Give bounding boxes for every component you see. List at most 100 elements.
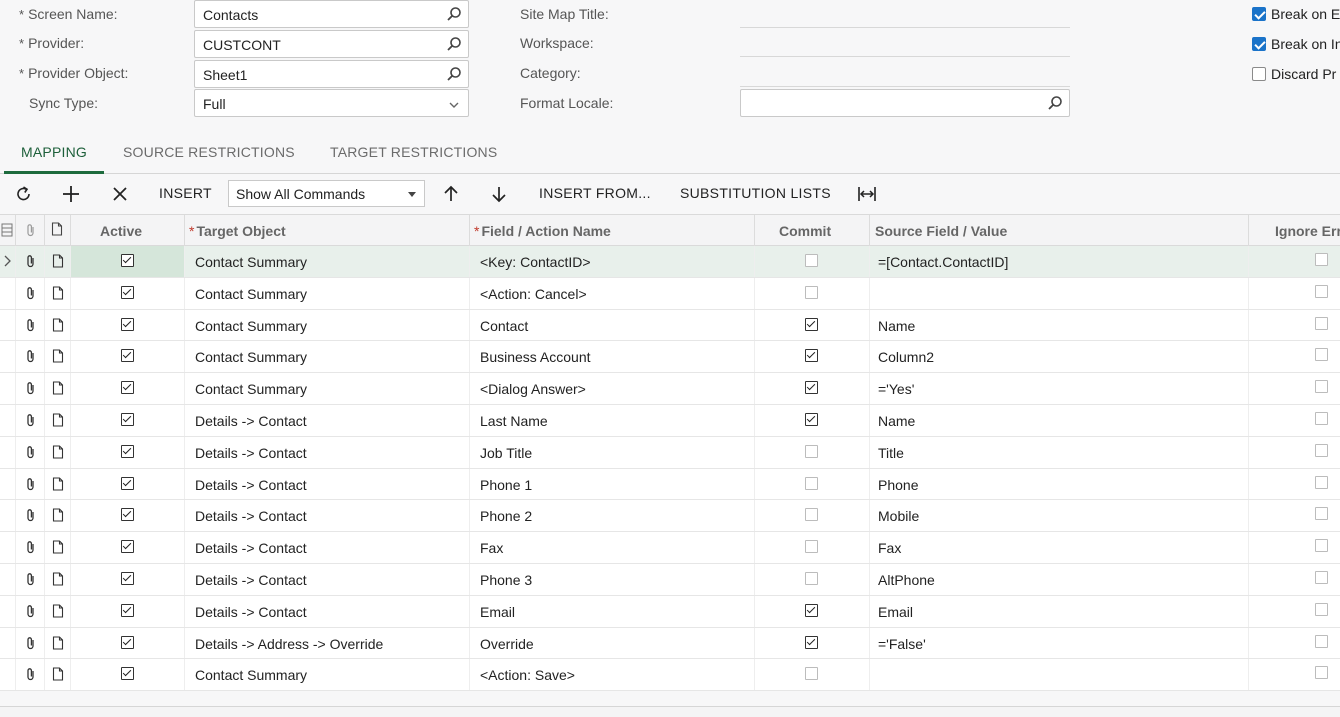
attachment-icon[interactable] — [25, 667, 37, 681]
target-object-cell[interactable]: Details -> Contact — [195, 572, 307, 588]
field-action-cell[interactable]: Job Title — [480, 445, 532, 461]
commit-checkbox[interactable] — [805, 667, 818, 681]
attachment-icon[interactable] — [25, 349, 37, 363]
source-field-cell[interactable]: Phone — [878, 477, 918, 493]
provider-object-field[interactable]: Sheet1 — [194, 60, 469, 88]
insert-from-button[interactable]: INSERT FROM... — [539, 185, 651, 201]
source-field-cell[interactable]: AltPhone — [878, 572, 935, 588]
active-checkbox[interactable] — [121, 508, 134, 522]
field-action-cell[interactable]: Email — [480, 604, 515, 620]
ignore-errors-checkbox[interactable] — [1315, 475, 1328, 489]
note-icon[interactable] — [52, 445, 64, 459]
note-icon[interactable] — [52, 349, 64, 363]
ignore-errors-checkbox[interactable] — [1315, 253, 1328, 266]
note-icon[interactable] — [52, 413, 64, 427]
target-object-cell[interactable]: Contact Summary — [195, 286, 307, 302]
attachment-icon[interactable] — [25, 445, 37, 459]
ignore-errors-checkbox[interactable] — [1315, 666, 1328, 680]
ignore-errors-checkbox[interactable] — [1315, 634, 1328, 648]
table-row[interactable]: Details -> Contact Phone 1 Phone — [0, 468, 1340, 501]
commit-checkbox[interactable] — [805, 317, 818, 331]
command-filter-select[interactable]: Show All Commands — [228, 180, 425, 207]
table-row[interactable]: Details -> Address -> Override Override ='… — [0, 627, 1340, 660]
target-object-cell[interactable]: Contact Summary — [195, 667, 307, 683]
attachment-icon[interactable] — [25, 477, 37, 491]
source-field-cell[interactable]: Mobile — [878, 508, 919, 524]
col-header-ignore-errors[interactable]: Ignore Erro — [1275, 223, 1340, 239]
target-object-cell[interactable]: Details -> Address -> Override — [195, 636, 383, 652]
col-header-active[interactable]: Active — [100, 223, 142, 239]
table-row[interactable]: Details -> Contact Job Title Title — [0, 436, 1340, 469]
note-icon[interactable] — [52, 318, 64, 332]
attachment-icon[interactable] — [25, 318, 37, 332]
note-icon[interactable] — [52, 286, 64, 300]
attachment-icon[interactable] — [25, 508, 37, 522]
active-checkbox[interactable] — [121, 317, 134, 331]
table-row[interactable]: Details -> Contact Last Name Name — [0, 404, 1340, 437]
field-action-cell[interactable]: Phone 2 — [480, 508, 532, 524]
active-checkbox[interactable] — [121, 603, 134, 617]
table-row[interactable]: Contact Summary Business Account Column2 — [0, 341, 1340, 374]
source-field-cell[interactable]: Name — [878, 413, 915, 429]
attachment-icon[interactable] — [25, 572, 37, 586]
screen-name-field[interactable]: Contacts — [194, 0, 469, 28]
search-icon[interactable] — [446, 6, 462, 22]
note-icon[interactable] — [52, 667, 64, 681]
attachment-icon[interactable] — [25, 540, 37, 554]
active-checkbox[interactable] — [121, 349, 134, 363]
table-row[interactable]: Details -> Contact Phone 3 AltPhone — [0, 563, 1340, 596]
ignore-errors-checkbox[interactable] — [1315, 507, 1328, 521]
active-checkbox[interactable] — [121, 571, 134, 585]
search-icon[interactable] — [1047, 95, 1063, 111]
ignore-errors-checkbox[interactable] — [1315, 411, 1328, 425]
ignore-errors-checkbox[interactable] — [1315, 443, 1328, 457]
field-action-cell[interactable]: Contact — [480, 318, 528, 334]
commit-checkbox[interactable] — [805, 254, 818, 267]
col-header-field-action[interactable]: * Field / Action Name — [474, 223, 611, 239]
commit-checkbox[interactable] — [805, 381, 818, 395]
target-object-cell[interactable]: Contact Summary — [195, 254, 307, 270]
target-object-cell[interactable]: Details -> Contact — [195, 604, 307, 620]
target-object-cell[interactable]: Details -> Contact — [195, 508, 307, 524]
active-checkbox[interactable] — [121, 285, 134, 299]
site-map-title-field[interactable] — [740, 27, 1070, 28]
table-row[interactable]: Details -> Contact Email Email — [0, 595, 1340, 628]
fit-columns-icon[interactable] — [857, 184, 877, 204]
target-object-cell[interactable]: Details -> Contact — [195, 413, 307, 429]
field-action-cell[interactable]: <Action: Cancel> — [480, 286, 587, 302]
format-locale-field[interactable] — [740, 89, 1070, 117]
ignore-errors-checkbox[interactable] — [1315, 284, 1328, 298]
commit-checkbox[interactable] — [805, 444, 818, 458]
delete-icon[interactable] — [110, 184, 130, 204]
active-checkbox[interactable] — [121, 381, 134, 395]
ignore-errors-checkbox[interactable] — [1315, 602, 1328, 616]
tab-target-restrictions[interactable]: TARGET RESTRICTIONS — [330, 144, 497, 160]
discard-checkbox[interactable]: Discard Pr — [1252, 66, 1336, 82]
col-header-commit[interactable]: Commit — [779, 223, 831, 239]
substitution-lists-button[interactable]: SUBSTITUTION LISTS — [680, 185, 831, 201]
attachment-icon[interactable] — [25, 636, 37, 650]
active-checkbox[interactable] — [121, 444, 134, 458]
row-selector-icon[interactable] — [1, 223, 13, 237]
source-field-cell[interactable]: Column2 — [878, 349, 934, 365]
col-header-target-object[interactable]: * Target Object — [189, 223, 286, 239]
table-row[interactable]: Contact Summary <Action: Save> — [0, 659, 1340, 692]
category-field[interactable] — [740, 86, 1070, 87]
commit-checkbox[interactable] — [805, 412, 818, 426]
ignore-errors-checkbox[interactable] — [1315, 380, 1328, 394]
table-row[interactable]: Contact Summary Contact Name — [0, 309, 1340, 342]
attachment-icon[interactable] — [25, 254, 37, 268]
ignore-errors-checkbox[interactable] — [1315, 348, 1328, 362]
note-icon[interactable] — [52, 254, 64, 268]
field-action-cell[interactable]: Phone 3 — [480, 572, 532, 588]
note-icon[interactable] — [52, 540, 64, 554]
search-icon[interactable] — [446, 36, 462, 52]
target-object-cell[interactable]: Details -> Contact — [195, 540, 307, 556]
ignore-errors-checkbox[interactable] — [1315, 316, 1328, 330]
note-icon[interactable] — [52, 477, 64, 491]
target-object-cell[interactable]: Details -> Contact — [195, 445, 307, 461]
target-object-cell[interactable]: Details -> Contact — [195, 477, 307, 493]
commit-checkbox[interactable] — [805, 285, 818, 299]
checkbox-unchecked-icon[interactable] — [1252, 67, 1266, 81]
col-header-source-field[interactable]: Source Field / Value — [875, 223, 1007, 239]
